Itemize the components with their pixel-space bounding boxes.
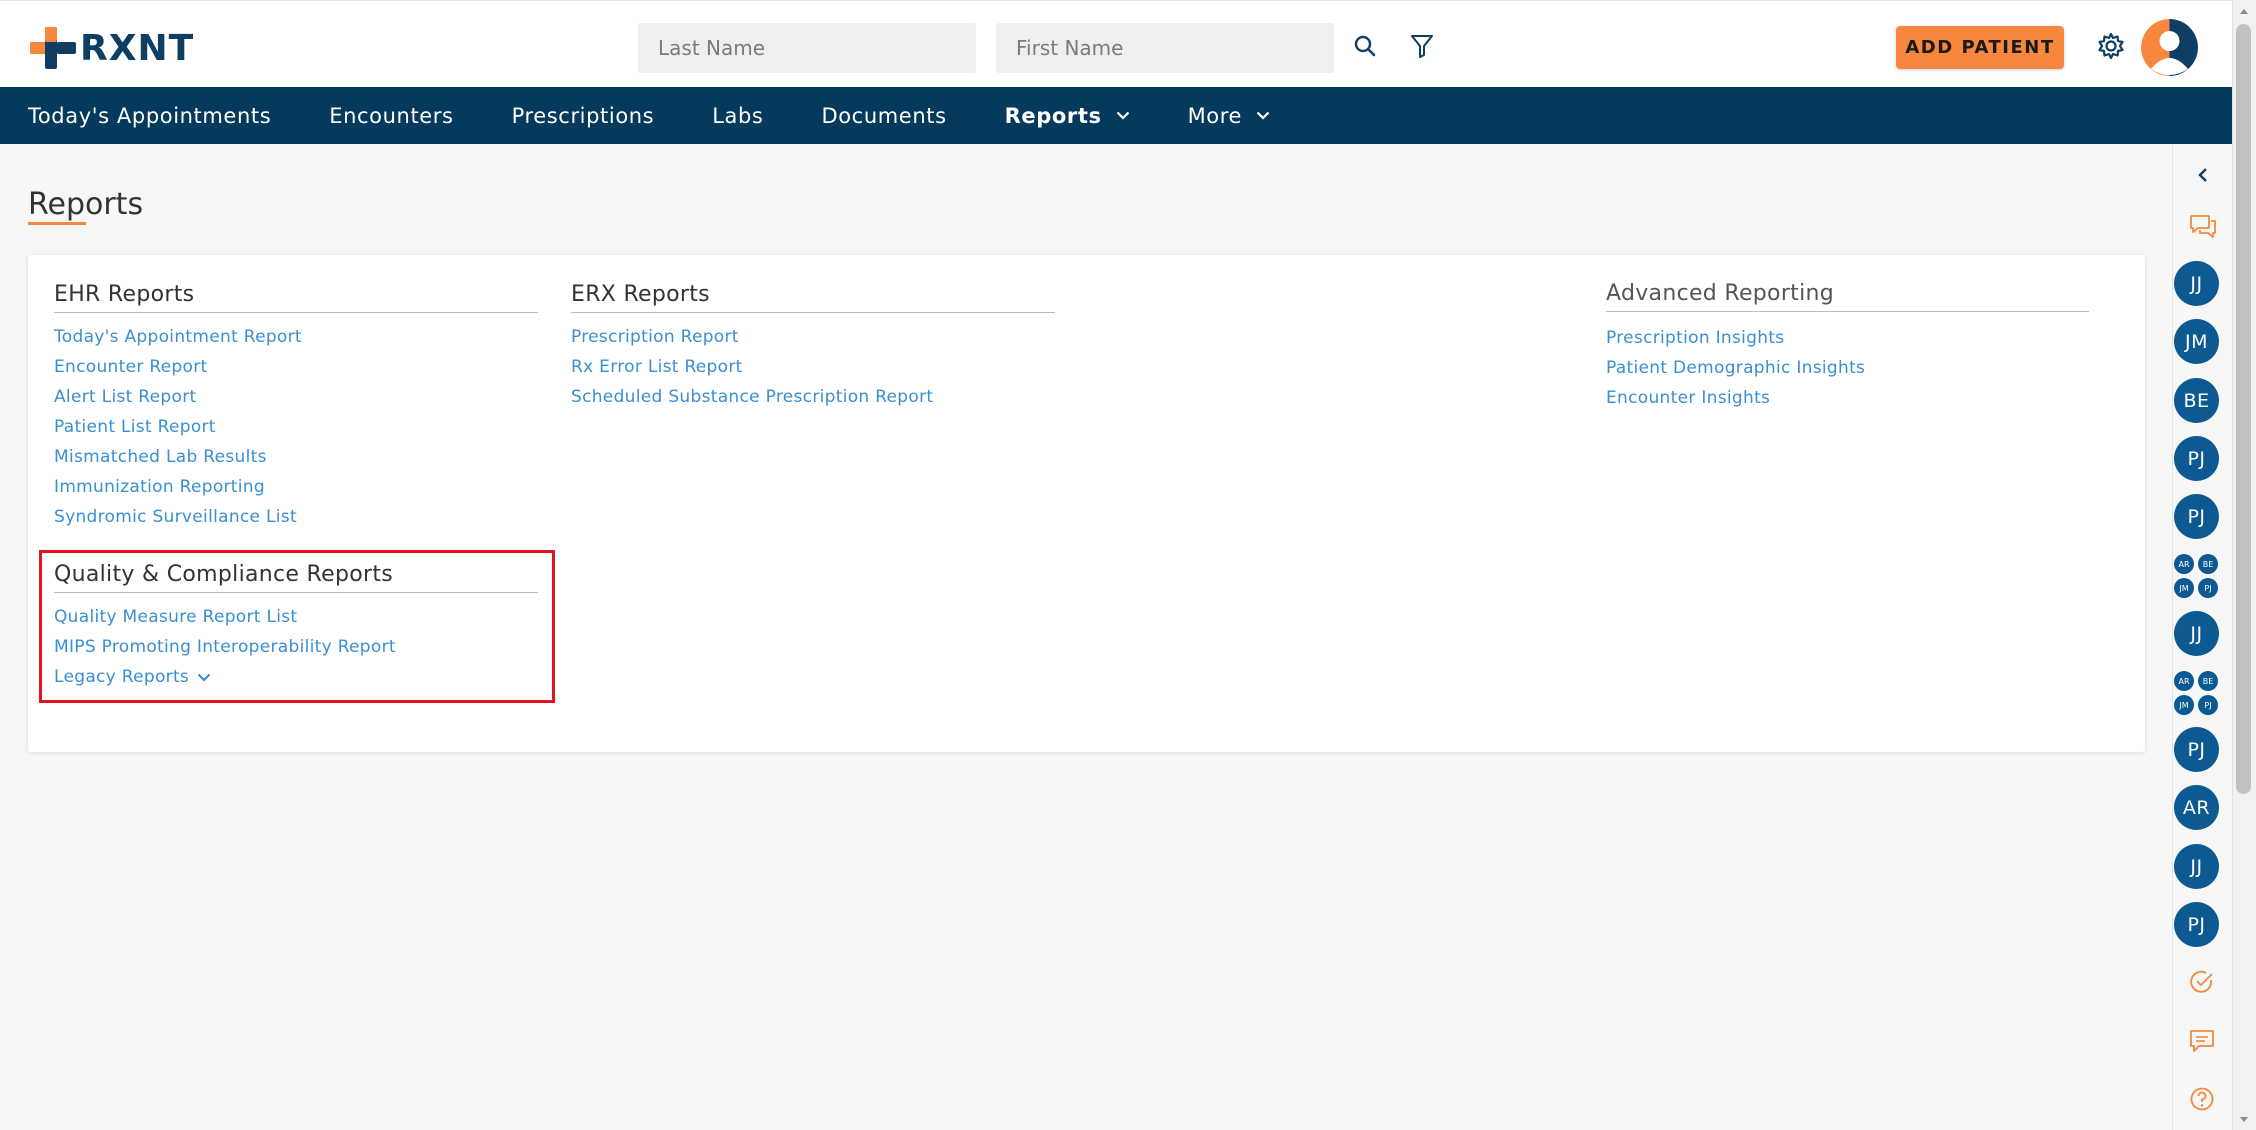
nav-label: Labs — [712, 103, 764, 128]
patient-chip[interactable]: JM — [2174, 319, 2219, 364]
patient-chip[interactable]: BE — [2174, 378, 2219, 423]
nav-label: Prescriptions — [511, 103, 655, 128]
title-underline — [28, 222, 86, 225]
app-header: RXNT ADD PATIENT — [0, 0, 2232, 87]
syndromic-surveillance-list-link[interactable]: Syndromic Surveillance List — [54, 502, 538, 532]
section-title: EHR Reports — [54, 282, 538, 313]
chevron-down-icon — [1116, 111, 1130, 120]
mini-chip: PJ — [2198, 578, 2218, 598]
patient-chip[interactable]: JJ — [2174, 611, 2219, 656]
mini-chip: BE — [2198, 554, 2218, 574]
patient-chip[interactable]: PJ — [2174, 902, 2219, 947]
mini-chip: JM — [2174, 578, 2194, 598]
collapse-chevron-left-icon[interactable] — [2188, 160, 2218, 190]
nav-documents[interactable]: Documents — [821, 87, 946, 144]
mini-chip: BE — [2198, 671, 2218, 691]
nav-label: Today's Appointments — [28, 103, 272, 128]
highlight-box — [39, 550, 555, 703]
erx-reports-section: ERX Reports Prescription Report Rx Error… — [571, 282, 1055, 412]
nav-encounters[interactable]: Encounters — [329, 87, 453, 144]
scroll-down-arrow-icon[interactable] — [2232, 1108, 2256, 1130]
mini-chip: JM — [2174, 695, 2194, 715]
prescription-report-link[interactable]: Prescription Report — [571, 322, 1055, 352]
prescription-insights-link[interactable]: Prescription Insights — [1606, 323, 2089, 353]
chevron-down-icon — [1256, 111, 1270, 120]
filter-icon[interactable] — [1405, 29, 1439, 63]
encounter-insights-link[interactable]: Encounter Insights — [1606, 383, 2089, 413]
alert-list-report-link[interactable]: Alert List Report — [54, 382, 538, 412]
gear-icon[interactable] — [2094, 29, 2128, 63]
scroll-up-arrow-icon[interactable] — [2232, 0, 2256, 22]
message-icon[interactable] — [2187, 1026, 2217, 1056]
page-title: Reports — [28, 187, 144, 222]
patient-demographic-insights-link[interactable]: Patient Demographic Insights — [1606, 353, 2089, 383]
mini-chip: AR — [2174, 554, 2194, 574]
mismatched-lab-results-link[interactable]: Mismatched Lab Results — [54, 442, 538, 472]
help-question-icon[interactable] — [2187, 1084, 2217, 1114]
nav-label: Reports — [1004, 103, 1102, 128]
patient-chip[interactable]: JJ — [2174, 261, 2219, 306]
section-title: Advanced Reporting — [1606, 281, 2089, 312]
check-circle-icon[interactable] — [2187, 967, 2217, 997]
logo-cross-icon — [30, 27, 76, 69]
section-title: ERX Reports — [571, 282, 1055, 313]
mini-chip: AR — [2174, 671, 2194, 691]
advanced-reporting-section: Advanced Reporting Prescription Insights… — [1606, 281, 2089, 413]
todays-appointment-report-link[interactable]: Today's Appointment Report — [54, 322, 538, 352]
patient-chip[interactable]: PJ — [2174, 494, 2219, 539]
immunization-reporting-link[interactable]: Immunization Reporting — [54, 472, 538, 502]
patient-chip[interactable]: PJ — [2174, 436, 2219, 481]
nav-label: Documents — [821, 103, 947, 128]
nav-label: More — [1187, 103, 1243, 128]
last-name-input[interactable] — [638, 23, 976, 73]
encounter-report-link[interactable]: Encounter Report — [54, 352, 538, 382]
add-patient-button[interactable]: ADD PATIENT — [1896, 26, 2064, 69]
logo-text: RXNT — [80, 27, 195, 69]
patient-group-chip[interactable]: AR BE JM PJ — [2172, 669, 2220, 717]
nav-labs[interactable]: Labs — [712, 87, 763, 144]
ehr-reports-section: EHR Reports Today's Appointment Report E… — [54, 282, 538, 532]
user-avatar[interactable] — [2141, 19, 2198, 76]
nav-prescriptions[interactable]: Prescriptions — [512, 87, 655, 144]
nav-more[interactable]: More — [1188, 87, 1270, 144]
patient-chip[interactable]: JJ — [2174, 844, 2219, 889]
nav-todays-appointments[interactable]: Today's Appointments — [28, 87, 271, 144]
patient-chip[interactable]: AR — [2174, 785, 2219, 830]
mini-chip: PJ — [2198, 695, 2218, 715]
scheduled-substance-prescription-report-link[interactable]: Scheduled Substance Prescription Report — [571, 382, 1055, 412]
chat-bubbles-icon[interactable] — [2188, 212, 2218, 242]
search-icon[interactable] — [1348, 29, 1382, 63]
first-name-input[interactable] — [996, 23, 1334, 73]
nav-reports[interactable]: Reports — [1005, 87, 1130, 144]
nav-label: Encounters — [329, 103, 454, 128]
patient-list-report-link[interactable]: Patient List Report — [54, 412, 538, 442]
main-nav: Today's Appointments Encounters Prescrip… — [0, 87, 2232, 144]
scrollbar-thumb[interactable] — [2236, 24, 2251, 794]
patient-group-chip[interactable]: AR BE JM PJ — [2172, 552, 2220, 600]
rx-error-list-report-link[interactable]: Rx Error List Report — [571, 352, 1055, 382]
rxnt-logo[interactable]: RXNT — [30, 25, 194, 71]
patient-chip[interactable]: PJ — [2174, 727, 2219, 772]
